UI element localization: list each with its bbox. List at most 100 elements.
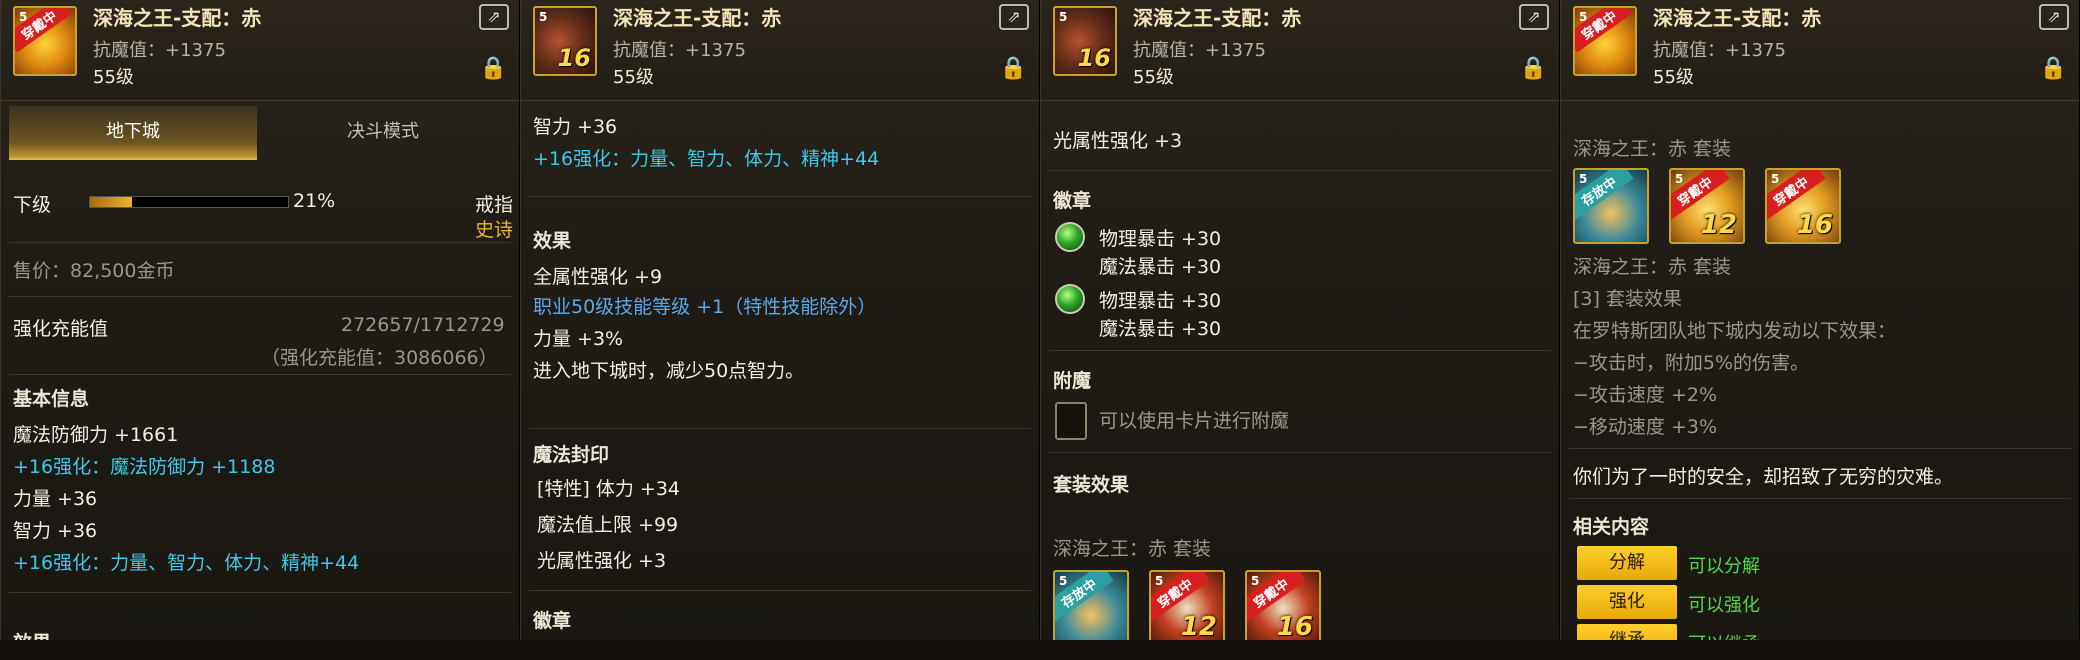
item-icon: 穿戴中 5 xyxy=(13,6,77,76)
set-effect-title: 套装效果 xyxy=(1053,474,1130,496)
seal-line: 光属性强化 +3 xyxy=(537,550,667,572)
item-level: 55级 xyxy=(93,67,134,88)
effect-line: 全属性强化 +9 xyxy=(533,266,663,288)
effect-line: 进入地下城时，减少50点智力。 xyxy=(533,360,805,382)
stat-line: +16强化：魔法防御力 +1188 xyxy=(13,456,276,478)
tooltip-panel-2: 5 16 深海之王-支配：赤 抗魔值：+1375 55级 ⇗ 🔒 智力 +36 … xyxy=(520,0,1040,660)
item-resist: 抗魔值：+1375 xyxy=(1653,40,1786,61)
enchant-title: 附魔 xyxy=(1053,370,1092,392)
divider xyxy=(9,242,511,243)
set-effect-line: 在罗特斯团队地下城内发动以下效果： xyxy=(1573,320,1897,342)
flavor-text: 你们为了一时的安全，却招致了无穷的灾难。 xyxy=(1573,466,1954,488)
stat-line: +16强化：力量、智力、体力、精神+44 xyxy=(13,552,360,574)
seal-line: 魔法值上限 +99 xyxy=(537,514,679,536)
related-title: 相关内容 xyxy=(1573,516,1650,538)
set-item-icon[interactable]: 穿戴中 5 12 xyxy=(1669,168,1745,244)
emblem-gem-icon xyxy=(1055,222,1085,252)
share-icon[interactable]: ⇗ xyxy=(1519,4,1549,30)
tab-duel[interactable]: 决斗模式 xyxy=(259,106,507,158)
stat-line: 智力 +36 xyxy=(533,116,618,138)
share-icon[interactable]: ⇗ xyxy=(999,4,1029,30)
item-resist: 抗魔值：+1375 xyxy=(613,40,746,61)
enchant-card-slot[interactable] xyxy=(1055,402,1087,440)
item-level: 55级 xyxy=(1653,67,1694,88)
stat-line: 魔法防御力 +1661 xyxy=(13,424,179,446)
set-name: 深海之王：赤 套装 xyxy=(1573,138,1732,160)
set-name: 深海之王：赤 套装 xyxy=(1573,256,1732,278)
grade-label: 下级 xyxy=(13,194,52,216)
divider xyxy=(529,590,1031,591)
stat-line: 力量 +36 xyxy=(13,488,98,510)
share-icon[interactable]: ⇗ xyxy=(479,4,509,30)
emblem-line: 魔法暴击 +30 xyxy=(1099,256,1222,278)
set-item-icon[interactable]: 穿戴中 5 16 xyxy=(1245,570,1321,646)
set-item-icon[interactable]: 存放中 5 xyxy=(1573,168,1649,244)
item-header: 5 16 深海之王-支配：赤 抗魔值：+1375 55级 ⇗ 🔒 xyxy=(1041,0,1559,101)
enchant-text: 可以使用卡片进行附魔 xyxy=(1099,410,1290,432)
divider xyxy=(529,196,1031,197)
divider xyxy=(529,428,1031,429)
item-title: 深海之王-支配：赤 xyxy=(613,6,782,30)
item-header: 穿戴中 5 深海之王-支配：赤 抗魔值：+1375 55级 ⇗ 🔒 xyxy=(1,0,519,101)
item-rarity: 史诗 xyxy=(475,219,514,241)
emblem-title: 徽章 xyxy=(533,610,572,632)
divider xyxy=(9,592,511,593)
charge-label: 强化充能值 xyxy=(13,318,109,340)
item-header: 穿戴中 5 深海之王-支配：赤 抗魔值：+1375 55级 ⇗ 🔒 xyxy=(1561,0,2079,101)
seal-title: 魔法封印 xyxy=(533,444,610,466)
set-name: 深海之王：赤 套装 xyxy=(1053,538,1212,560)
item-icon: 5 16 xyxy=(533,6,597,76)
item-resist: 抗魔值：+1375 xyxy=(1133,40,1266,61)
set-item-icon[interactable]: 穿戴中 5 16 xyxy=(1765,168,1841,244)
item-header: 5 16 深海之王-支配：赤 抗魔值：+1375 55级 ⇗ 🔒 xyxy=(521,0,1039,101)
effect-line: 职业50级技能等级 +1（特性技能除外） xyxy=(533,296,877,318)
divider xyxy=(1049,452,1551,453)
divider xyxy=(1049,350,1551,351)
lock-icon[interactable]: 🔒 xyxy=(480,56,507,81)
lock-icon[interactable]: 🔒 xyxy=(2040,56,2067,81)
share-icon[interactable]: ⇗ xyxy=(2039,4,2069,30)
divider xyxy=(1049,170,1551,171)
item-icon: 穿戴中 5 xyxy=(1573,6,1637,76)
lock-icon[interactable]: 🔒 xyxy=(1000,56,1027,81)
set-effect-line: −攻击速度 +2% xyxy=(1573,384,1718,406)
effect-title: 效果 xyxy=(533,230,572,252)
grade-bar-fill xyxy=(90,197,132,207)
divider xyxy=(9,296,511,297)
set-effect-count: [3] 套装效果 xyxy=(1573,288,1682,310)
set-item-icon[interactable]: 穿戴中 5 12 xyxy=(1149,570,1225,646)
tooltip-panel-3: 5 16 深海之王-支配：赤 抗魔值：+1375 55级 ⇗ 🔒 光属性强化 +… xyxy=(1040,0,1560,660)
enhance-button[interactable]: 强化 xyxy=(1577,585,1677,619)
grade-bar xyxy=(89,196,289,208)
charge-total: （强化充能值：3086066） xyxy=(261,347,498,369)
emblem-line: 物理暴击 +30 xyxy=(1099,290,1222,312)
tab-dungeon[interactable]: 地下城 xyxy=(9,106,257,160)
divider xyxy=(9,374,511,375)
item-level: 55级 xyxy=(1133,67,1174,88)
basic-info-title: 基本信息 xyxy=(13,388,90,410)
tooltip-panel-1: 穿戴中 5 深海之王-支配：赤 抗魔值：+1375 55级 ⇗ 🔒 地下城 决斗… xyxy=(0,0,520,660)
stat-line: 光属性强化 +3 xyxy=(1053,130,1183,152)
emblem-title: 徽章 xyxy=(1053,190,1092,212)
item-title: 深海之王-支配：赤 xyxy=(93,6,262,30)
decompose-status: 可以分解 xyxy=(1688,556,1760,577)
mode-tabs: 地下城 决斗模式 xyxy=(9,106,513,162)
charge-value: 272657/1712729 xyxy=(341,314,505,336)
stat-line: 智力 +36 xyxy=(13,520,98,542)
item-resist: 抗魔值：+1375 xyxy=(93,40,226,61)
grade-percent: 21% xyxy=(293,190,336,212)
emblem-line: 物理暴击 +30 xyxy=(1099,228,1222,250)
set-item-icon[interactable]: 存放中 5 xyxy=(1053,570,1129,646)
sell-price: 售价：82,500金币 xyxy=(13,260,175,282)
item-level: 55级 xyxy=(613,67,654,88)
enhance-status: 可以强化 xyxy=(1688,595,1760,616)
divider xyxy=(1569,448,2071,449)
bottom-bar xyxy=(0,640,2080,660)
stat-line: +16强化：力量、智力、体力、精神+44 xyxy=(533,148,880,170)
lock-icon[interactable]: 🔒 xyxy=(1520,56,1547,81)
decompose-button[interactable]: 分解 xyxy=(1577,546,1677,580)
set-effect-line: −攻击时，附加5%的伤害。 xyxy=(1573,352,1810,374)
set-effect-line: −移动速度 +3% xyxy=(1573,416,1718,438)
item-title: 深海之王-支配：赤 xyxy=(1653,6,1822,30)
effect-line: 力量 +3% xyxy=(533,328,624,350)
